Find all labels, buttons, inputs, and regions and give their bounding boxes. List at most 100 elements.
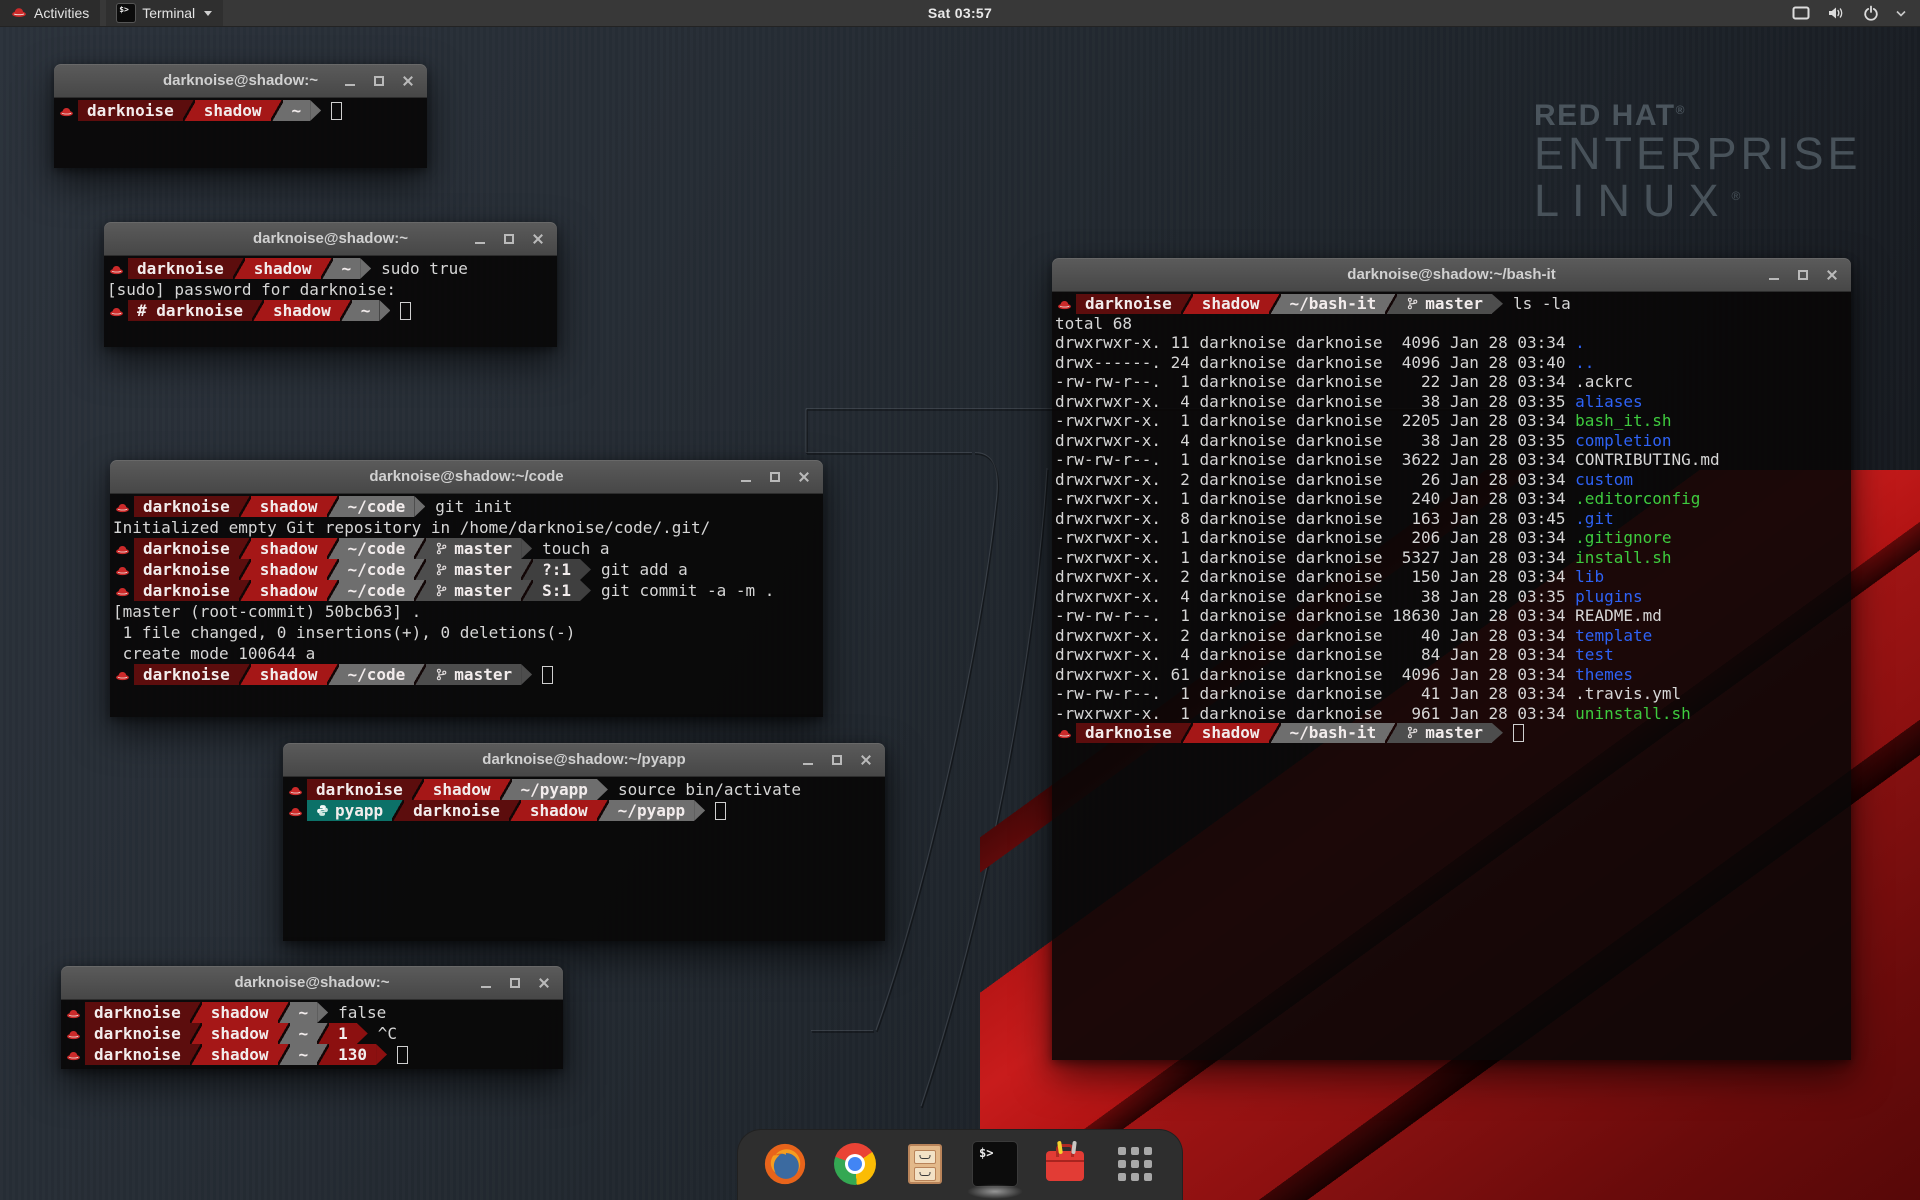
dock-item-terminal[interactable]: $> xyxy=(972,1141,1018,1187)
prompt-segment: darknoise xyxy=(85,1002,190,1023)
redhat-icon xyxy=(109,300,124,321)
prompt-segment: shadow xyxy=(251,559,327,580)
segment-separator xyxy=(521,580,533,601)
terminal-output-line: [master (root-commit) 50bcb63] . xyxy=(113,601,821,622)
window-title: darknoise@shadow:~ xyxy=(163,72,318,89)
close-button[interactable] xyxy=(856,750,876,770)
close-button[interactable] xyxy=(1822,265,1842,285)
terminal-content[interactable]: darknoiseshadow~falsedarknoiseshadow~1^C… xyxy=(61,1000,563,1069)
dock-item-firefox[interactable] xyxy=(762,1141,808,1187)
terminal-window-pyapp[interactable]: darknoise@shadow:~/pyapp darknoiseshadow… xyxy=(283,743,885,941)
maximize-button[interactable] xyxy=(369,71,389,91)
chevron-down-icon xyxy=(204,11,212,16)
window-titlebar[interactable]: darknoise@shadow:~ xyxy=(104,222,557,256)
screen-icon xyxy=(1792,6,1810,20)
minimize-button[interactable] xyxy=(1764,265,1784,285)
prompt-segment: ~ xyxy=(290,1002,318,1023)
minimize-button[interactable] xyxy=(340,71,360,91)
activities-button[interactable]: Activities xyxy=(0,0,100,26)
prompt-segment: pyapp xyxy=(307,800,392,821)
segment-separator xyxy=(190,1002,202,1023)
terminal-content[interactable]: darknoiseshadow~sudo true[sudo] password… xyxy=(104,256,557,347)
terminal-output-line: [sudo] password for darknoise: xyxy=(107,279,555,300)
prompt-segment: ~ xyxy=(290,1044,318,1065)
window-titlebar[interactable]: darknoise@shadow:~ xyxy=(54,64,427,98)
dock-item-chrome[interactable] xyxy=(832,1141,878,1187)
segment-separator xyxy=(317,1023,329,1044)
segment-separator xyxy=(271,100,283,121)
terminal-prompt-line: darknoiseshadow~/codegit init xyxy=(113,496,821,517)
prompt-segment: shadow xyxy=(424,779,500,800)
terminal-prompt-line: darknoiseshadow~/bash-itmaster xyxy=(1055,723,1849,743)
minimize-button[interactable] xyxy=(798,750,818,770)
dock-item-toolbox[interactable] xyxy=(1042,1141,1088,1187)
dock-item-app-grid[interactable] xyxy=(1112,1141,1158,1187)
clock[interactable]: Sat 03:57 xyxy=(928,5,992,21)
file-manager-icon xyxy=(908,1144,942,1184)
dock: $> xyxy=(737,1129,1183,1200)
system-status-area[interactable] xyxy=(1778,0,1920,26)
maximize-button[interactable] xyxy=(765,467,785,487)
close-button[interactable] xyxy=(534,973,554,993)
terminal-prompt-line: pyappdarknoiseshadow~/pyapp xyxy=(286,800,883,821)
redhat-icon xyxy=(115,496,130,517)
segment-separator xyxy=(521,538,532,559)
terminal-content[interactable]: darknoiseshadow~/bash-itmasterls -latota… xyxy=(1052,292,1851,1060)
terminal-window-bash-it[interactable]: darknoise@shadow:~/bash-it darknoiseshad… xyxy=(1052,258,1851,1060)
terminal-content[interactable]: darknoiseshadow~/codegit initInitialized… xyxy=(110,494,823,717)
activities-label: Activities xyxy=(34,5,89,21)
terminal-cursor xyxy=(715,802,726,820)
segment-separator xyxy=(360,258,371,279)
file-entry: drwxrwxr-x. 2 darknoise darknoise 150 Ja… xyxy=(1055,567,1849,587)
desktop: RED HAT® ENTERPRISE LINUX® Activities $>… xyxy=(0,0,1920,1200)
window-titlebar[interactable]: darknoise@shadow:~ xyxy=(61,966,563,1000)
window-titlebar[interactable]: darknoise@shadow:~/code xyxy=(110,460,823,494)
terminal-icon: $> xyxy=(117,4,135,22)
prompt-segment: ~/code xyxy=(339,580,415,601)
segment-separator xyxy=(278,1002,290,1023)
redhat-icon xyxy=(66,1002,81,1023)
minimize-button[interactable] xyxy=(470,229,490,249)
file-entry: drwxrwxr-x. 8 darknoise darknoise 163 Ja… xyxy=(1055,509,1849,529)
terminal-window-code[interactable]: darknoise@shadow:~/code darknoiseshadow~… xyxy=(110,460,823,717)
prompt-segment: darknoise xyxy=(1076,723,1181,743)
segment-separator xyxy=(414,580,426,601)
maximize-button[interactable] xyxy=(505,973,525,993)
terminal-window-sudo[interactable]: darknoise@shadow:~ darknoiseshadow~sudo … xyxy=(104,222,557,347)
redhat-icon xyxy=(288,779,303,800)
segment-separator xyxy=(278,1023,290,1044)
minimize-button[interactable] xyxy=(476,973,496,993)
minimize-button[interactable] xyxy=(736,467,756,487)
branch-icon xyxy=(1406,726,1419,739)
prompt-segment: ~/pyapp xyxy=(512,779,597,800)
close-button[interactable] xyxy=(528,229,548,249)
terminal-window-home-small[interactable]: darknoise@shadow:~ darknoiseshadow~ xyxy=(54,64,427,168)
window-titlebar[interactable]: darknoise@shadow:~/pyapp xyxy=(283,743,885,777)
app-menu-terminal[interactable]: $> Terminal xyxy=(106,0,223,26)
branch-icon xyxy=(435,668,448,681)
segment-separator xyxy=(183,100,195,121)
segment-separator xyxy=(327,580,339,601)
maximize-button[interactable] xyxy=(499,229,519,249)
terminal-content[interactable]: darknoiseshadow~/pyappsource bin/activat… xyxy=(283,777,885,941)
terminal-content[interactable]: darknoiseshadow~ xyxy=(54,98,427,168)
segment-separator xyxy=(392,800,404,821)
file-entry: drwxrwxr-x. 2 darknoise darknoise 40 Jan… xyxy=(1055,626,1849,646)
segment-separator xyxy=(376,1044,387,1065)
file-entry: drwxrwxr-x. 4 darknoise darknoise 38 Jan… xyxy=(1055,587,1849,607)
volume-icon xyxy=(1827,6,1846,20)
terminal-window-exit-codes[interactable]: darknoise@shadow:~ darknoiseshadow~false… xyxy=(61,966,563,1069)
segment-separator xyxy=(317,1044,329,1065)
prompt-segment: shadow xyxy=(521,800,597,821)
command-text: source bin/activate xyxy=(618,780,801,799)
maximize-button[interactable] xyxy=(1793,265,1813,285)
terminal-output-line: total 68 xyxy=(1055,314,1849,334)
prompt-segment: shadow xyxy=(202,1002,278,1023)
close-button[interactable] xyxy=(794,467,814,487)
window-titlebar[interactable]: darknoise@shadow:~/bash-it xyxy=(1052,258,1851,292)
command-text: git add a xyxy=(601,560,688,579)
dock-item-files[interactable] xyxy=(902,1141,948,1187)
maximize-button[interactable] xyxy=(827,750,847,770)
prompt-segment: darknoise xyxy=(134,664,239,685)
close-button[interactable] xyxy=(398,71,418,91)
